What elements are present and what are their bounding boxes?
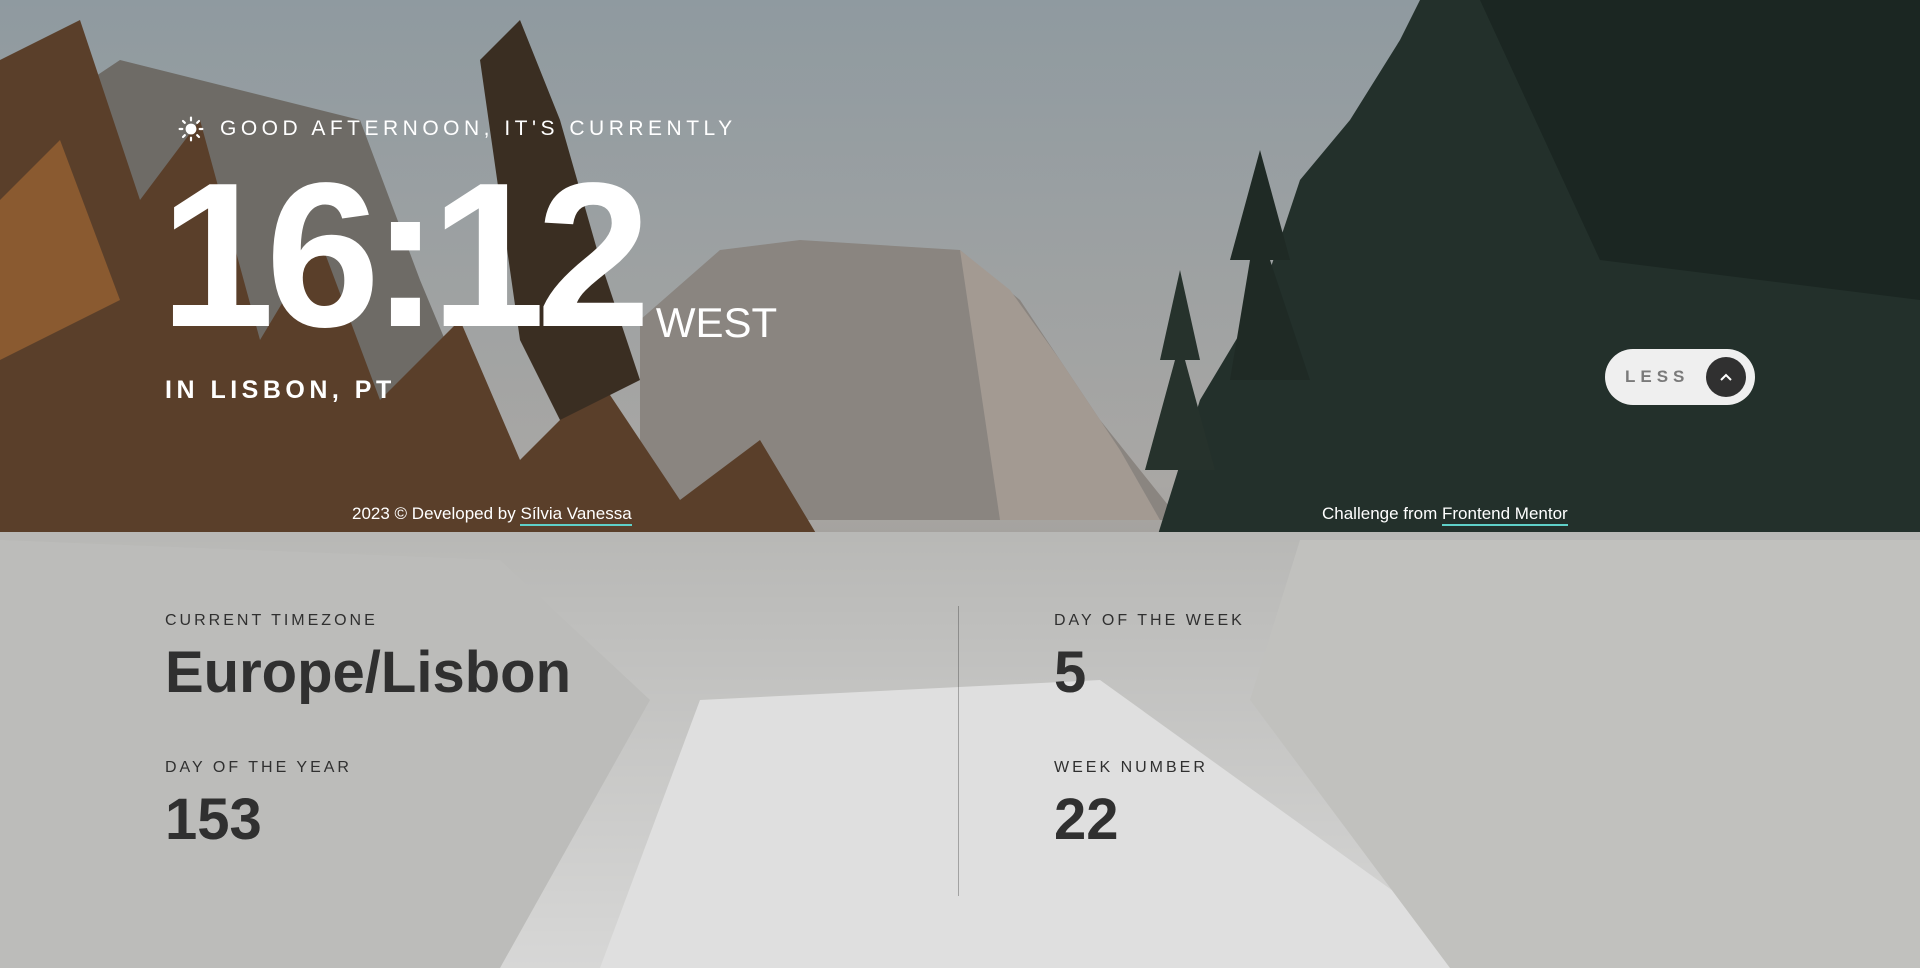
- frontend-mentor-link[interactable]: Frontend Mentor: [1442, 504, 1568, 526]
- stat-label: DAY OF THE YEAR: [165, 759, 352, 776]
- stat-week-number: WEEK NUMBER 22: [1054, 759, 1208, 853]
- footer-challenge: Challenge from Frontend Mentor: [1322, 504, 1568, 526]
- footer-credit-prefix: 2023 © Developed by: [352, 504, 521, 523]
- stat-value: 22: [1054, 787, 1119, 852]
- stat-value: 5: [1054, 640, 1087, 705]
- stat-label: CURRENT TIMEZONE: [165, 612, 378, 629]
- current-time: 16:12: [160, 140, 651, 370]
- clock-app: GOOD AFTERNOON, IT'S CURRENTLY 16:12 WES…: [0, 0, 1920, 968]
- footer-credit: 2023 © Developed by Sílvia Vanessa: [352, 504, 632, 526]
- less-button-label: LESS: [1625, 367, 1690, 386]
- greeting-text: GOOD AFTERNOON, IT'S CURRENTLY: [220, 117, 737, 140]
- sun-icon: [178, 116, 204, 142]
- footer-challenge-prefix: Challenge from: [1322, 504, 1443, 523]
- stat-value: Europe/Lisbon: [165, 640, 571, 705]
- time-row: 16:12 WEST: [160, 140, 778, 370]
- greeting: GOOD AFTERNOON, IT'S CURRENTLY: [178, 116, 737, 142]
- less-button[interactable]: LESS: [1605, 349, 1755, 405]
- divider: [958, 606, 959, 896]
- developer-link[interactable]: Sílvia Vanessa: [520, 504, 632, 526]
- hero-section: GOOD AFTERNOON, IT'S CURRENTLY 16:12 WES…: [0, 0, 1920, 532]
- chevron-up-icon: [1706, 357, 1746, 397]
- stat-value: 153: [165, 787, 262, 852]
- timezone-abbreviation: WEST: [655, 299, 778, 346]
- stat-day-of-week: DAY OF THE WEEK 5: [1054, 612, 1245, 706]
- stat-label: WEEK NUMBER: [1054, 759, 1208, 776]
- location: IN LISBON, PT: [165, 376, 396, 404]
- stat-label: DAY OF THE WEEK: [1054, 612, 1245, 629]
- stat-day-of-year: DAY OF THE YEAR 153: [165, 759, 352, 853]
- details-panel: CURRENT TIMEZONE Europe/Lisbon DAY OF TH…: [0, 532, 1920, 968]
- stat-timezone: CURRENT TIMEZONE Europe/Lisbon: [165, 612, 571, 706]
